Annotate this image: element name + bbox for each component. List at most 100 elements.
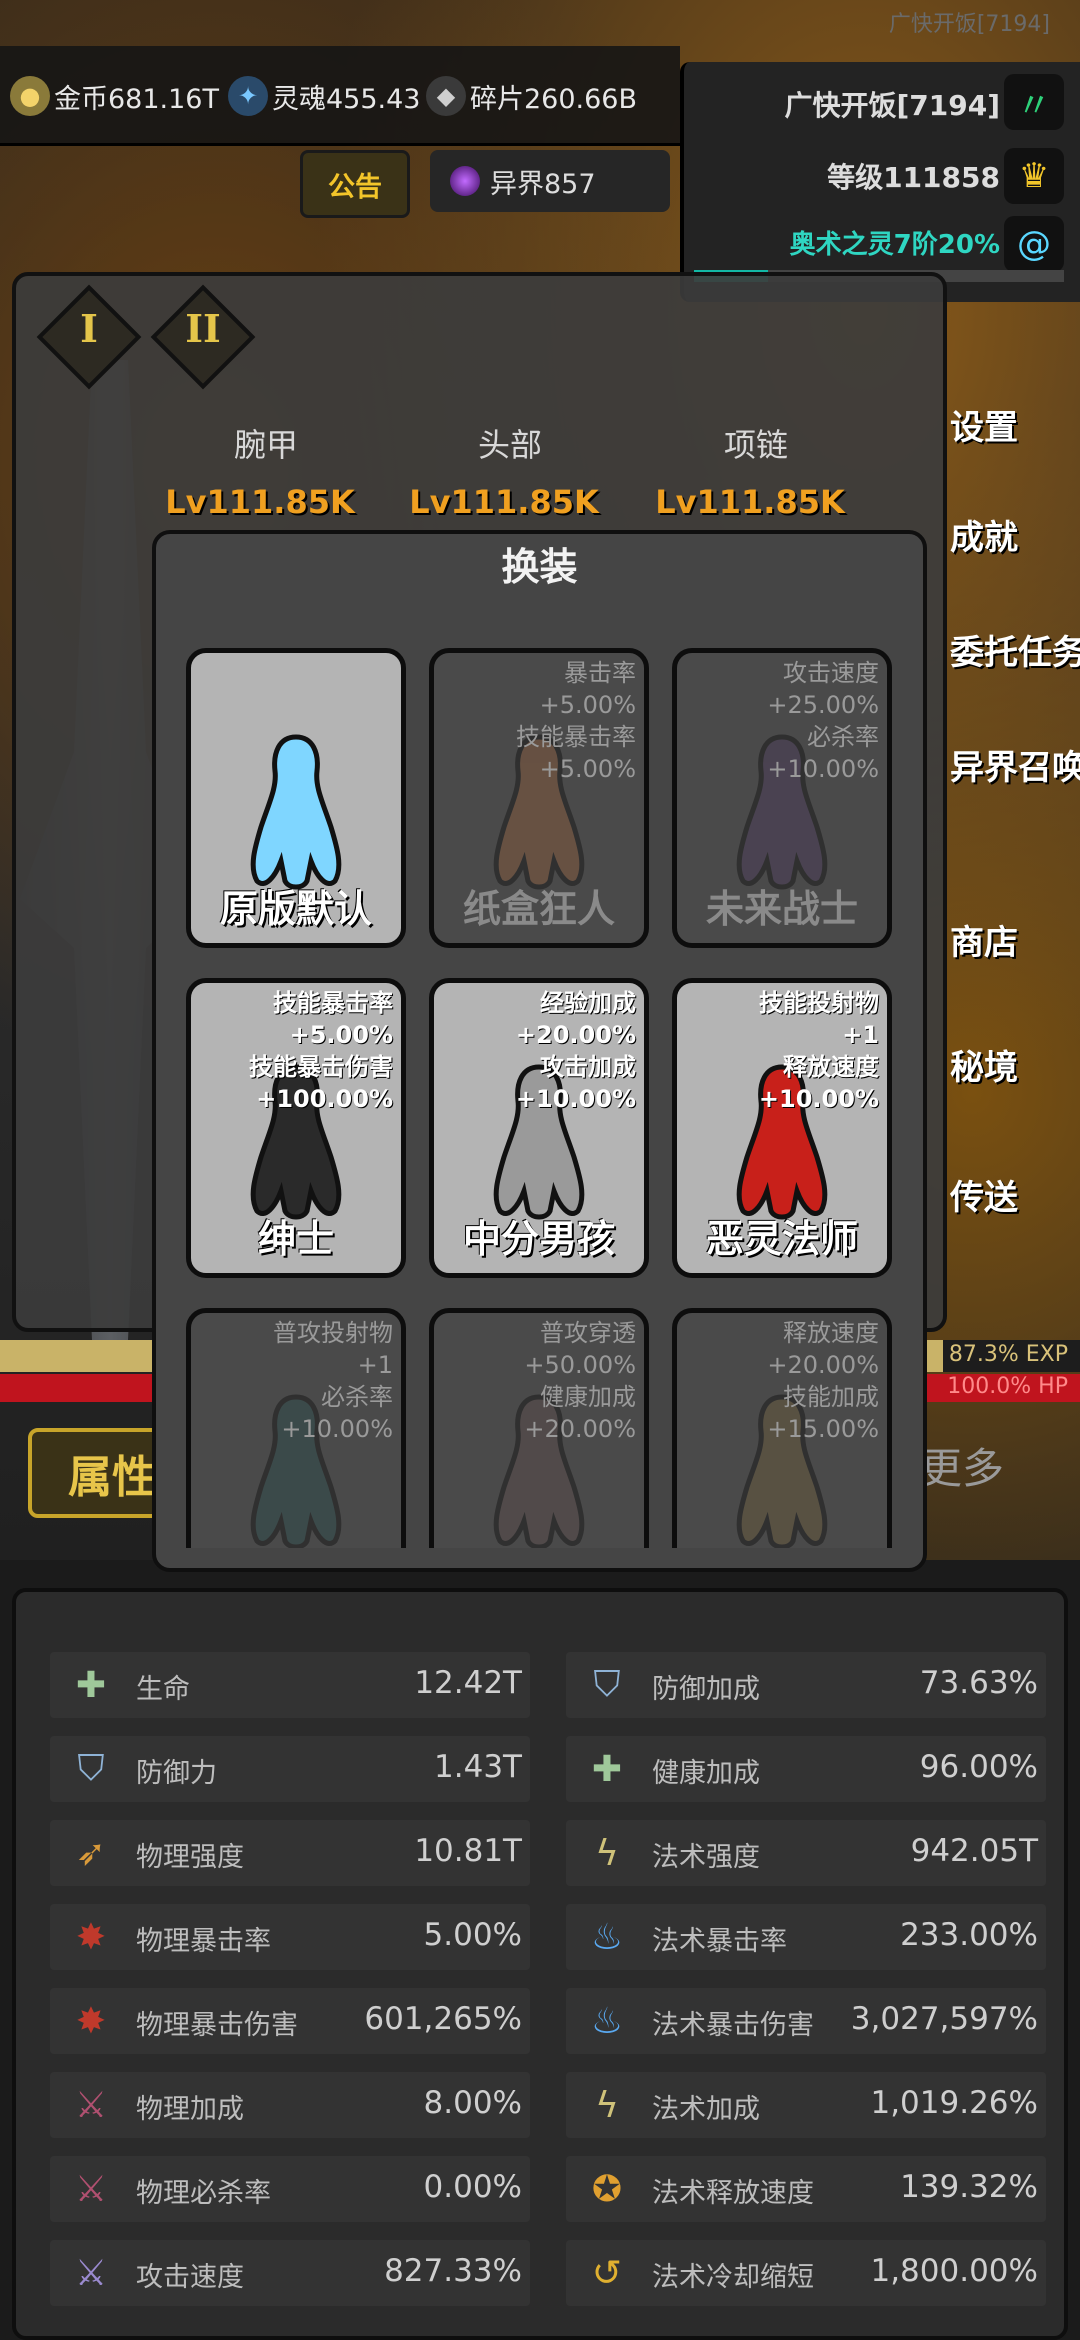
health-bonus-icon: ✚ <box>591 1748 623 1790</box>
stat-row: ♨ 法术暴击率 233.00% <box>566 1904 1046 1970</box>
arcane-status: 奥术之灵7阶20% <box>789 230 1000 260</box>
side-menu-item-3[interactable]: 异界召唤 <box>950 740 1080 789</box>
crown-icon[interactable]: ♛ <box>1004 148 1064 204</box>
cooldown-icon: ↺ <box>591 2252 623 2294</box>
stat-row: ♨ 法术暴击伤害 3,027,597% <box>566 1988 1046 2054</box>
stat-value: 1,800.00% <box>870 2253 1038 2289</box>
stat-label: 物理暴击率 <box>136 1926 271 1957</box>
skin-card[interactable]: 普攻投射物 +1 必杀率 +10.00% <box>186 1308 406 1548</box>
side-menu-item-6[interactable]: 传送 <box>950 1170 1018 1219</box>
stat-value: 5.00% <box>423 1917 522 1953</box>
otherworld-counter[interactable]: 异界857 <box>430 150 670 212</box>
resource-soul: ✦ 灵魂455.43 <box>228 76 420 116</box>
skin-stat-line: 技能暴击率 <box>516 723 636 751</box>
side-menu-item-4[interactable]: 商店 <box>950 915 1018 964</box>
modal-title: 换装 <box>501 545 578 589</box>
tab-more[interactable]: 更多 <box>920 1435 1004 1496</box>
stat-row: ⚔ 物理加成 8.00% <box>50 2072 530 2138</box>
skin-card[interactable]: 普攻穿透 +50.00% 健康加成 +20.00% <box>429 1308 649 1548</box>
skin-stat-line: 暴击率 <box>564 659 636 687</box>
side-menu-item-5[interactable]: 秘境 <box>950 1040 1018 1089</box>
slot-necklace-level: Lv111.85K <box>655 483 845 521</box>
gold-coin-icon: ● <box>10 76 50 116</box>
stat-value: 0.00% <box>423 2169 522 2205</box>
notice-button[interactable]: 公告 <box>300 150 410 218</box>
stat-value: 10.81T <box>414 1833 522 1869</box>
stat-row: ϟ 法术加成 1,019.26% <box>566 2072 1046 2138</box>
skin-card[interactable]: 暴击率 +5.00% 技能暴击率 +5.00% 纸盒狂人 <box>429 648 649 948</box>
gold-label: 金币681.16T <box>54 83 219 115</box>
stat-label: 法术暴击伤害 <box>652 2010 814 2041</box>
skin-stat-line: +10.00% <box>515 1085 636 1113</box>
stat-row: ⛉ 防御力 1.43T <box>50 1736 530 1802</box>
stat-row: ➶ 物理强度 10.81T <box>50 1820 530 1886</box>
skin-stats: 技能暴击率 +5.00% 技能暴击伤害 +100.00% <box>249 987 393 1115</box>
skin-stat-line: +15.00% <box>767 1415 879 1443</box>
stats-panel: ✚ 生命 12.42T ⛉ 防御力 1.43T ➶ 物理强度 10.81T ✸ 物理暴击率 5.00%… <box>12 1588 1068 2340</box>
skin-stat-line: 技能投射物 <box>759 989 879 1017</box>
skin-stat-line: 攻击速度 <box>783 659 879 687</box>
skin-name: 未来战士 <box>705 887 858 931</box>
slot-necklace-name: 项链 <box>723 426 788 464</box>
resource-bar: ● 金币681.16T ✦ 灵魂455.43 ◆ 碎片260.66B <box>0 46 680 146</box>
skin-card[interactable]: 释放速度 +20.00% 技能加成 +15.00% <box>672 1308 892 1548</box>
skin-card[interactable]: 技能暴击率 +5.00% 技能暴击伤害 +100.00% 绅士 <box>186 978 406 1278</box>
physical-kill-icon: ⚔ <box>74 2168 108 2210</box>
skin-stat-line: 释放速度 <box>783 1319 879 1347</box>
physical-power-icon: ➶ <box>75 1832 107 1874</box>
skin-name: 中分男孩 <box>462 1217 615 1261</box>
skin-stat-line: +100.00% <box>256 1085 393 1113</box>
stat-row: ϟ 法术强度 942.05T <box>566 1820 1046 1886</box>
rank-emblem-icon[interactable]: 〃 <box>1004 74 1064 130</box>
side-menu-item-1[interactable]: 成就 <box>950 510 1018 559</box>
side-menu-item-0[interactable]: 设置 <box>950 400 1018 449</box>
skin-stat-line: +25.00% <box>767 691 879 719</box>
physical-crit-icon: ✸ <box>75 1916 107 1958</box>
skin-stat-line: 经验加成 <box>540 989 636 1017</box>
stat-label: 物理强度 <box>136 1842 244 1873</box>
skin-stat-line: +20.00% <box>767 1351 879 1379</box>
slot-bracer-level: Lv111.85K <box>165 483 355 521</box>
player-level: 等级111858 <box>827 161 1000 194</box>
magic-crit-damage-icon: ♨ <box>590 2000 624 2042</box>
skin-name: 恶灵法师 <box>705 1217 858 1261</box>
skin-stat-line: +1 <box>357 1351 393 1379</box>
skin-stat-line: 技能加成 <box>783 1383 879 1411</box>
stat-value: 139.32% <box>900 2169 1038 2205</box>
cast-speed-icon: ✪ <box>591 2168 623 2210</box>
stat-value: 942.05T <box>910 1833 1038 1869</box>
slot-head-name: 头部 <box>477 426 542 464</box>
skin-card[interactable]: 攻击速度 +25.00% 必杀率 +10.00% 未来战士 <box>672 648 892 948</box>
skin-stat-line: 普攻投射物 <box>273 1319 393 1347</box>
skin-stat-line: 普攻穿透 <box>540 1319 636 1347</box>
stat-row: ⚔ 攻击速度 827.33% <box>50 2240 530 2306</box>
side-menu-item-2[interactable]: 委托任务 <box>950 625 1080 674</box>
stat-value: 96.00% <box>919 1749 1038 1785</box>
skin-stat-line: +10.00% <box>767 755 879 783</box>
stat-value: 601,265% <box>364 2001 522 2037</box>
skin-stat-line: +1 <box>842 1021 879 1049</box>
player-name: 广快开饭[7194] <box>784 89 1000 122</box>
magic-power-icon: ϟ <box>595 1832 619 1874</box>
stat-value: 3,027,597% <box>850 2001 1038 2037</box>
skin-stats: 普攻投射物 +1 必杀率 +10.00% <box>273 1317 393 1445</box>
stat-row: ↺ 法术冷却缩短 1,800.00% <box>566 2240 1046 2306</box>
stat-value: 12.42T <box>414 1665 522 1701</box>
skin-stats: 普攻穿透 +50.00% 健康加成 +20.00% <box>524 1317 636 1445</box>
arcane-swirl-icon[interactable]: @ <box>1004 216 1064 272</box>
stat-row: ✚ 健康加成 96.00% <box>566 1736 1046 1802</box>
skin-stat-line: +50.00% <box>524 1351 636 1379</box>
stat-label: 健康加成 <box>652 1758 760 1789</box>
shield-icon: ⛉ <box>77 1748 105 1789</box>
rank-tab-1-label: I <box>80 306 98 351</box>
skin-card[interactable]: 原版默认 <box>186 648 406 948</box>
stat-label: 防御力 <box>136 1758 217 1789</box>
rank-tab-2-label: II <box>185 306 221 351</box>
skin-stat-line: +10.00% <box>281 1415 393 1443</box>
skin-card[interactable]: 技能投射物 +1 释放速度 +10.00% 恶灵法师 <box>672 978 892 1278</box>
stat-label: 法术暴击率 <box>652 1926 787 1957</box>
skin-stat-line: 必杀率 <box>321 1383 393 1411</box>
physical-crit-damage-icon: ✸ <box>75 2000 107 2042</box>
skin-card[interactable]: 经验加成 +20.00% 攻击加成 +10.00% 中分男孩 <box>429 978 649 1278</box>
skin-grid[interactable]: 原版默认 暴击率 +5.00% 技能暴击率 +5.00% 纸盒狂人 攻击速度 +25.00% 必… <box>186 648 906 1548</box>
